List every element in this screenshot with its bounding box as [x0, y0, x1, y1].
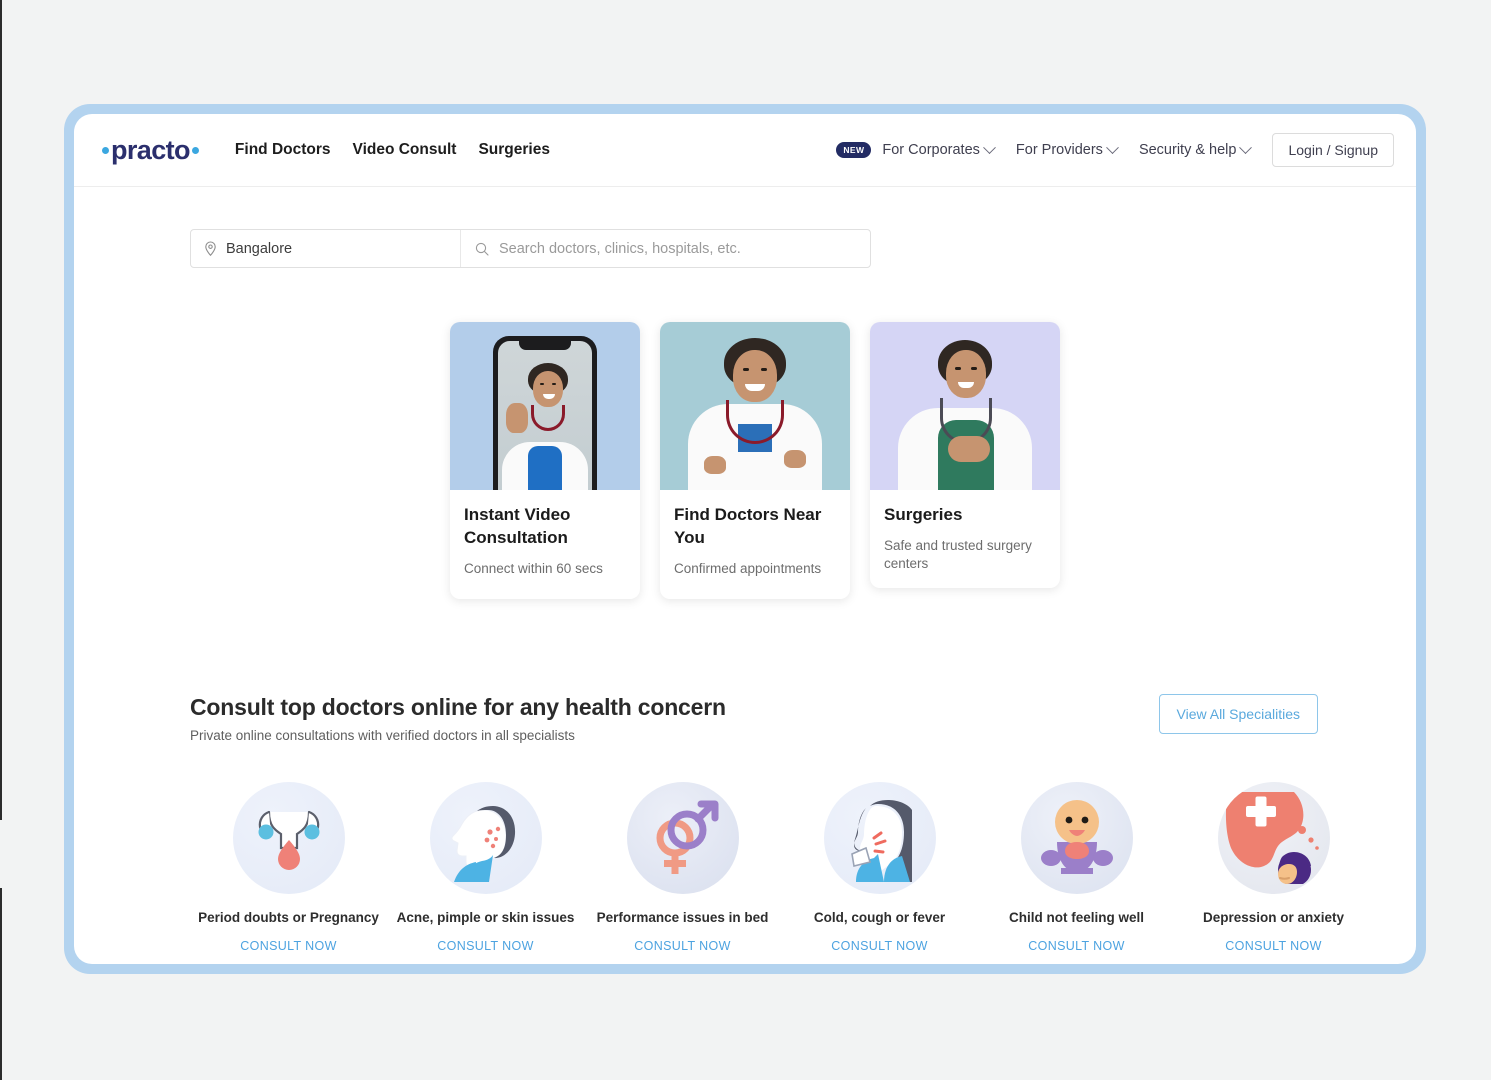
- nav-surgeries[interactable]: Surgeries: [478, 141, 550, 159]
- speciality-tile-child-not-well[interactable]: Child not feeling well CONSULT NOW: [978, 782, 1175, 953]
- speciality-label: Period doubts or Pregnancy: [198, 910, 379, 925]
- location-value: Bangalore: [226, 240, 293, 257]
- hero-card-title: Find Doctors Near You: [674, 505, 822, 547]
- consult-section-subtitle: Private online consultations with verifi…: [190, 728, 575, 743]
- consult-now-link[interactable]: CONSULT NOW: [240, 939, 336, 953]
- page-title: Consult top doctors online for any healt…: [190, 694, 726, 720]
- nav-for-providers-label: For Providers: [1015, 142, 1103, 158]
- logo-wordmark: practo: [111, 134, 191, 165]
- location-input[interactable]: Bangalore: [191, 230, 461, 267]
- consult-now-link[interactable]: CONSULT NOW: [1028, 939, 1124, 953]
- speciality-tile-performance[interactable]: Performance issues in bed CONSULT NOW: [584, 782, 781, 953]
- hero-card-find-doctors-near-you[interactable]: Find Doctors Near You Confirmed appointm…: [660, 322, 850, 599]
- left-edge-artifact-top: [0, 0, 2, 820]
- uterus-icon: [232, 782, 345, 894]
- phone-mockup-icon: [493, 336, 597, 490]
- new-badge: NEW: [836, 142, 872, 158]
- hero-card-instant-video-consultation[interactable]: Instant Video Consultation Connect withi…: [450, 322, 640, 599]
- site-header: practo Find Doctors Video Consult Surger…: [74, 114, 1416, 187]
- speciality-tile-row: Period doubts or Pregnancy CONSULT NOW A…: [190, 782, 1372, 953]
- hero-card-subtitle: Connect within 60 secs: [464, 560, 603, 576]
- nav-video-consult[interactable]: Video Consult: [353, 141, 457, 159]
- hero-card-row: Instant Video Consultation Connect withi…: [450, 322, 1060, 599]
- search-icon: [475, 242, 489, 256]
- view-all-specialities-button[interactable]: View All Specialities: [1158, 694, 1318, 734]
- face-acne-icon: [429, 782, 542, 894]
- search-placeholder: Search doctors, clinics, hospitals, etc.: [499, 240, 741, 257]
- hero-card-subtitle: Confirmed appointments: [674, 560, 822, 576]
- speciality-label: Acne, pimple or skin issues: [396, 910, 575, 925]
- practo-logo[interactable]: practo: [102, 134, 199, 165]
- consult-now-link[interactable]: CONSULT NOW: [634, 939, 730, 953]
- hero-card-art-find-doctors: [660, 322, 850, 490]
- consult-now-link[interactable]: CONSULT NOW: [1225, 939, 1321, 953]
- page-viewport: practo Find Doctors Video Consult Surger…: [74, 114, 1416, 964]
- nav-for-providers[interactable]: For Providers: [1015, 140, 1119, 158]
- hero-card-art-surgeries: [870, 322, 1060, 490]
- secondary-nav: NEW For Corporates For Providers Securit…: [836, 133, 1394, 167]
- hero-card-title: Instant Video Consultation: [464, 505, 571, 547]
- login-signup-button[interactable]: Login / Signup: [1272, 133, 1394, 167]
- coughing-person-icon: [823, 782, 936, 894]
- primary-nav: Find Doctors Video Consult Surgeries: [235, 141, 550, 159]
- hero-card-surgeries[interactable]: Surgeries Safe and trusted surgery cente…: [870, 322, 1060, 588]
- speciality-tile-cold-cough-fever[interactable]: Cold, cough or fever CONSULT NOW: [781, 782, 978, 953]
- search-bar: Bangalore Search doctors, clinics, hospi…: [190, 229, 871, 268]
- nav-security-help-label: Security & help: [1138, 142, 1237, 158]
- speciality-tile-depression-anxiety[interactable]: Depression or anxiety CONSULT NOW: [1175, 782, 1372, 953]
- speciality-label: Child not feeling well: [1009, 910, 1144, 925]
- left-edge-artifact-bottom: [0, 888, 2, 1080]
- mental-health-cross-icon: [1217, 782, 1330, 894]
- chevron-down-icon: [983, 140, 996, 154]
- nav-for-corporates-label: For Corporates: [882, 142, 980, 158]
- speciality-label: Performance issues in bed: [596, 910, 769, 925]
- speciality-label: Cold, cough or fever: [813, 910, 946, 925]
- chevron-down-icon: [1239, 140, 1253, 154]
- hero-card-art-video-consult: [450, 322, 640, 490]
- hero-card-title: Surgeries: [884, 505, 963, 524]
- gender-symbols-icon: [626, 782, 739, 894]
- consult-now-link[interactable]: CONSULT NOW: [437, 939, 533, 953]
- search-query-field[interactable]: Search doctors, clinics, hospitals, etc.: [461, 230, 870, 267]
- consult-now-link[interactable]: CONSULT NOW: [831, 939, 927, 953]
- browser-frame: practo Find Doctors Video Consult Surger…: [64, 104, 1426, 974]
- baby-icon: [1020, 782, 1133, 894]
- speciality-label: Depression or anxiety: [1202, 910, 1345, 925]
- consult-section-text: Consult top doctors online for any healt…: [190, 694, 726, 743]
- chevron-down-icon: [1106, 140, 1119, 154]
- logo-dot-left-icon: [102, 146, 109, 154]
- location-pin-icon: [205, 240, 216, 256]
- hero-card-subtitle: Safe and trusted surgery centers: [884, 537, 1032, 572]
- nav-find-doctors[interactable]: Find Doctors: [235, 141, 331, 159]
- speciality-tile-period-pregnancy[interactable]: Period doubts or Pregnancy CONSULT NOW: [190, 782, 387, 953]
- nav-security-help[interactable]: Security & help: [1138, 140, 1253, 158]
- speciality-tile-acne-skin[interactable]: Acne, pimple or skin issues CONSULT NOW: [387, 782, 584, 953]
- nav-for-corporates[interactable]: NEW For Corporates: [836, 140, 996, 158]
- consult-section-header: Consult top doctors online for any healt…: [190, 694, 1318, 743]
- logo-dot-right-icon: [191, 146, 199, 154]
